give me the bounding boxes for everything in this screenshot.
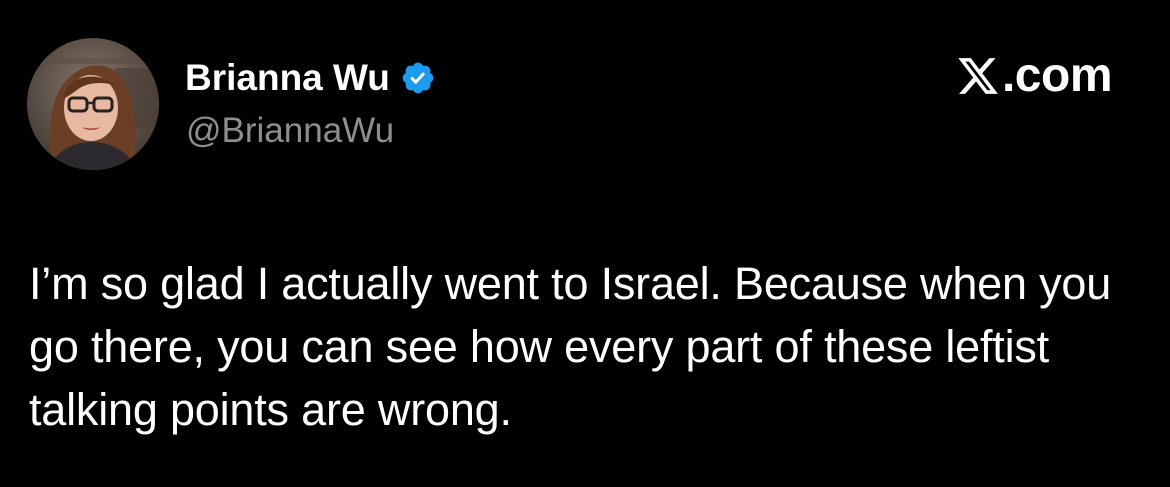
display-name[interactable]: Brianna Wu	[185, 57, 390, 99]
avatar-image	[27, 38, 159, 170]
brand-domain-text: .com	[1001, 49, 1113, 102]
x-logo-icon	[956, 54, 1000, 98]
tweet-text: I’m so glad I actually went to Israel. B…	[29, 258, 1112, 435]
avatar[interactable]	[27, 38, 159, 170]
x-com-brand[interactable]: .com	[956, 49, 1113, 102]
tweet-card: Brianna Wu @BriannaWu .com I’m so glad I…	[0, 0, 1170, 487]
verified-badge-icon[interactable]	[400, 60, 436, 96]
author-handle[interactable]: @BriannaWu	[186, 111, 394, 151]
author-name-row: Brianna Wu	[185, 54, 436, 102]
